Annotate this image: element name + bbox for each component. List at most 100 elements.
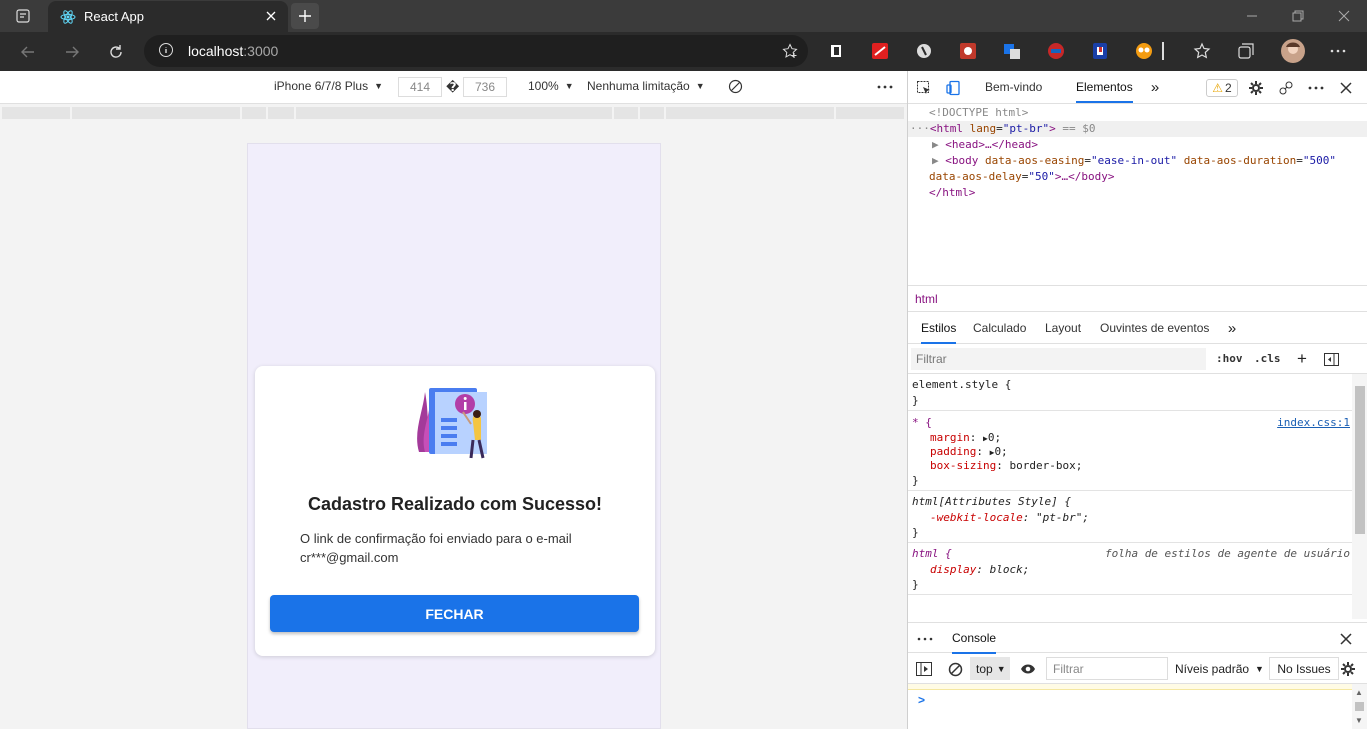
styles-filter-input[interactable]: Filtrar — [911, 348, 1206, 370]
rule-universal[interactable]: * { index.css:1 margin: ▶0; padding: ▶0;… — [908, 411, 1352, 491]
subtab-styles[interactable]: Estilos — [921, 321, 957, 344]
console-scrollbar[interactable]: ▲ ▼ — [1352, 684, 1367, 729]
console-filter-input[interactable]: Filtrar — [1046, 657, 1168, 680]
margin-declaration[interactable]: margin: ▶0; — [930, 431, 1001, 444]
shield-extension-icon[interactable] — [1045, 40, 1067, 62]
add-favorite-icon[interactable] — [782, 43, 798, 62]
expand-arrow-icon[interactable]: ▶ — [932, 154, 939, 167]
html-node[interactable]: ···<html lang="pt-br"> == $0 — [910, 122, 1095, 135]
rule-source-link[interactable]: index.css:1 — [1277, 416, 1350, 429]
subtab-event-listeners[interactable]: Ouvintes de eventos — [1100, 321, 1209, 335]
console-toolbar: top ▼ Filtrar Níveis padrão ▼ No Issues — [908, 654, 1367, 684]
devtools-more-icon[interactable] — [1306, 78, 1326, 98]
media-query-ruler[interactable] — [0, 105, 907, 121]
styles-pane: element.style { } * { index.css:1 margin… — [908, 374, 1352, 619]
issues-button[interactable]: No Issues — [1269, 657, 1339, 680]
inspect-element-icon[interactable] — [914, 78, 934, 98]
subtab-layout[interactable]: Layout — [1045, 321, 1081, 335]
device-select[interactable]: iPhone 6/7/8 Plus ▼ — [274, 79, 383, 93]
rule-html-ua[interactable]: html { folha de estilos de agente de usu… — [908, 543, 1352, 595]
doctype-node[interactable]: <!DOCTYPE html> — [929, 106, 1028, 119]
expand-arrow-icon[interactable]: ▶ — [932, 138, 939, 151]
close-drawer-icon[interactable] — [1336, 629, 1356, 649]
scrollbar-thumb[interactable] — [1355, 386, 1365, 534]
back-icon[interactable] — [14, 38, 42, 66]
cls-toggle[interactable]: .cls — [1254, 352, 1281, 365]
body-attr-easing: data-aos-easing — [985, 154, 1085, 167]
favorites-icon[interactable] — [1191, 40, 1213, 62]
rule-element-style[interactable]: element.style { } — [908, 374, 1352, 411]
close-devtools-icon[interactable] — [1336, 78, 1356, 98]
device-toggle-icon[interactable] — [944, 78, 964, 98]
console-settings-gear-icon[interactable] — [1338, 659, 1358, 679]
more-options-icon[interactable] — [1327, 40, 1349, 62]
styles-filter-bar: Filtrar :hov .cls + — [908, 344, 1367, 374]
hov-toggle[interactable]: :hov — [1216, 352, 1243, 365]
throttle-select[interactable]: Nenhuma limitação ▼ — [587, 79, 705, 93]
console-output[interactable]: > ▲ ▼ — [908, 684, 1367, 729]
subtab-computed[interactable]: Calculado — [973, 321, 1026, 335]
script-extension-icon[interactable] — [913, 40, 935, 62]
drawer-more-icon[interactable] — [915, 629, 935, 649]
toggle-sidebar-icon[interactable] — [1321, 349, 1341, 369]
console-prompt-icon[interactable]: > — [918, 693, 925, 707]
close-button[interactable]: FECHAR — [270, 595, 639, 632]
device-height-input[interactable]: 736 — [463, 77, 507, 97]
rotate-icon[interactable] — [728, 79, 743, 94]
throttle-value: Nenhuma limitação — [587, 79, 690, 93]
breadcrumb-html[interactable]: html — [915, 292, 938, 306]
site-info-icon[interactable] — [158, 42, 174, 61]
refresh-icon[interactable] — [102, 38, 130, 66]
log-levels-select[interactable]: Níveis padrão ▼ — [1175, 662, 1264, 676]
pdf-extension-icon[interactable] — [869, 40, 891, 62]
browser-tab-active[interactable]: React App — [48, 1, 288, 32]
head-node[interactable]: ▶ <head>…</head> — [932, 138, 1038, 151]
styles-subtabs: Estilos Calculado Layout Ouvintes de eve… — [908, 314, 1367, 344]
rule-close: } — [912, 394, 919, 407]
collections-icon[interactable] — [1235, 40, 1257, 62]
more-subtabs-icon[interactable]: » — [1222, 318, 1242, 338]
new-rule-icon[interactable]: + — [1292, 349, 1312, 369]
restore-icon[interactable] — [1275, 0, 1321, 32]
address-bar[interactable]: localhost:3000 — [144, 35, 808, 67]
tab-title: React App — [84, 9, 144, 24]
live-expression-eye-icon[interactable] — [1018, 659, 1038, 679]
forward-icon[interactable] — [58, 38, 86, 66]
browser-toolbar: localhost:3000 — [0, 32, 1367, 71]
tab-elements[interactable]: Elementos — [1076, 80, 1133, 103]
tab-console[interactable]: Console — [952, 631, 997, 654]
device-more-icon[interactable] — [877, 79, 893, 95]
connect-icon[interactable] — [1276, 78, 1296, 98]
html-close-tag[interactable]: </html> — [929, 186, 975, 199]
tab-actions-icon[interactable] — [9, 6, 37, 26]
modal-message: O link de confirmação foi enviado para o… — [300, 529, 600, 567]
close-tab-icon[interactable] — [264, 9, 278, 23]
dropdown-arrow-icon: ▼ — [1255, 664, 1264, 674]
translate-extension-icon[interactable] — [1001, 40, 1023, 62]
zoom-select[interactable]: 100% ▼ — [528, 79, 574, 93]
react-logo-icon — [60, 9, 76, 25]
styles-scrollbar[interactable] — [1352, 374, 1367, 619]
console-sidebar-icon[interactable] — [914, 659, 934, 679]
more-tabs-icon[interactable]: » — [1145, 77, 1165, 97]
office-extension-icon[interactable] — [825, 40, 847, 62]
owl-extension-icon[interactable] — [1133, 40, 1155, 62]
body-node[interactable]: ▶ <body data-aos-easing="ease-in-out" da… — [932, 154, 1336, 167]
minimize-icon[interactable] — [1229, 0, 1275, 32]
bug-extension-icon[interactable] — [957, 40, 979, 62]
new-tab-button[interactable] — [291, 3, 319, 29]
body-val-easing: "ease-in-out" — [1090, 154, 1178, 167]
close-window-icon[interactable] — [1321, 0, 1367, 32]
device-width-input[interactable]: 414 — [398, 77, 442, 97]
box-sizing-declaration[interactable]: box-sizing: border-box; — [930, 459, 1082, 472]
settings-gear-icon[interactable] — [1246, 78, 1266, 98]
profile-avatar[interactable] — [1281, 39, 1305, 63]
blocker-extension-icon[interactable] — [1089, 40, 1111, 62]
console-warning-row — [908, 684, 1352, 690]
context-select[interactable]: top ▼ — [970, 657, 1010, 680]
warnings-badge[interactable]: ⚠ 2 — [1206, 79, 1238, 97]
rule-attributes-style[interactable]: html[Attributes Style] { -webkit-locale:… — [908, 491, 1352, 543]
tab-welcome[interactable]: Bem-vindo — [985, 80, 1042, 94]
padding-declaration[interactable]: padding: ▶0; — [930, 445, 1008, 458]
clear-console-icon[interactable] — [945, 659, 965, 679]
